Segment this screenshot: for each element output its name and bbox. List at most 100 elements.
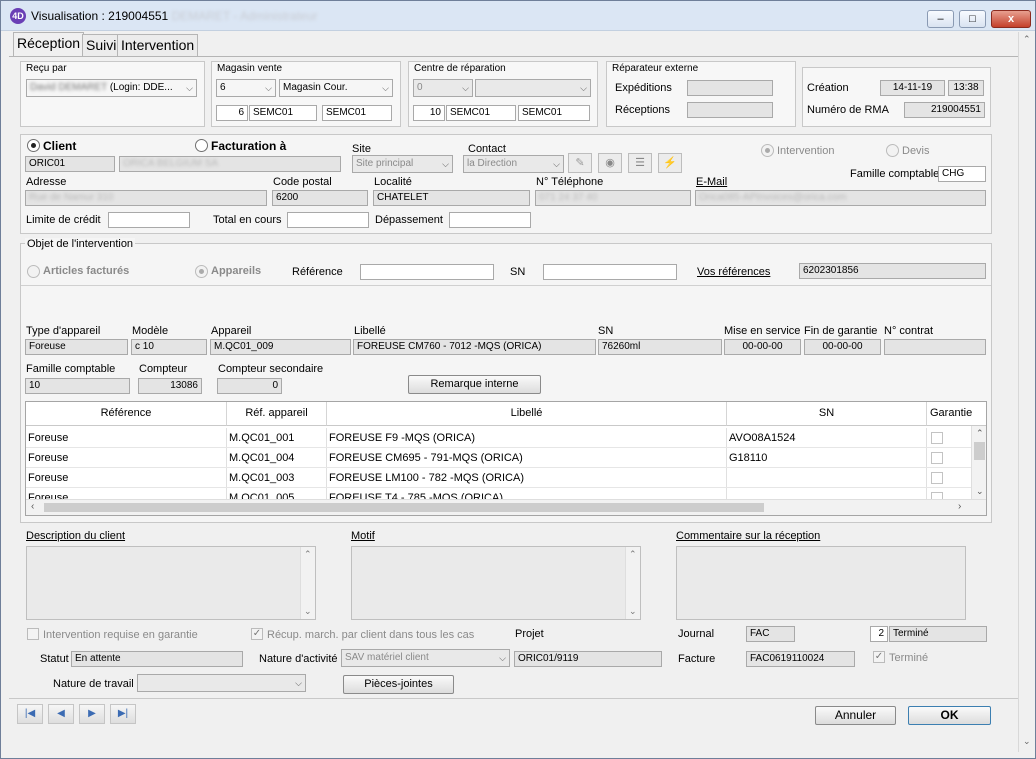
tab-intervention[interactable]: Intervention bbox=[117, 34, 199, 56]
garantie-checkbox[interactable] bbox=[27, 628, 39, 640]
scroll-up-arrow-icon[interactable]: ⌃ bbox=[976, 428, 984, 439]
tab-suivi[interactable]: Suivi bbox=[82, 34, 121, 56]
type-appareil-field: Foreuse bbox=[25, 339, 128, 355]
intervention-radio-label: Intervention bbox=[777, 145, 835, 157]
description-client-textarea[interactable]: ⌃ ⌄ bbox=[26, 546, 316, 620]
column-header-sn[interactable]: SN bbox=[727, 402, 927, 426]
row-reference[interactable]: Foreuse bbox=[26, 448, 227, 468]
scroll-up-arrow-icon[interactable]: ⌃ bbox=[1023, 34, 1031, 45]
scroll-left-arrow-icon[interactable]: ‹ bbox=[31, 501, 34, 512]
remarque-interne-button[interactable]: Remarque interne bbox=[408, 375, 541, 394]
window-vscrollbar[interactable]: ⌃ ⌄ bbox=[1018, 32, 1034, 752]
email-link[interactable]: E-Mail bbox=[696, 176, 727, 188]
nature-travail-select[interactable]: ⌵ bbox=[137, 674, 306, 692]
vos-references-field[interactable]: 6202301856 bbox=[799, 263, 986, 279]
recup-checkbox[interactable]: ✓ bbox=[251, 628, 263, 640]
nature-activite-select[interactable]: SAV matériel client ⌵ bbox=[341, 649, 510, 667]
centre-reparation-name-select[interactable]: ⌵ bbox=[475, 79, 591, 97]
row-reference[interactable]: Foreuse bbox=[26, 428, 227, 448]
sn-search-field[interactable] bbox=[543, 264, 677, 280]
table-vscrollbar[interactable]: ⌃ ⌄ bbox=[971, 426, 986, 501]
row-ref-appareil[interactable]: M.QC01_001 bbox=[227, 428, 327, 448]
contact-select[interactable]: la Direction ⌵ bbox=[463, 155, 564, 173]
maximize-button[interactable]: □ bbox=[959, 10, 986, 28]
scroll-down-arrow-icon[interactable]: ⌄ bbox=[304, 606, 312, 617]
client-code[interactable]: ORIC01 bbox=[25, 156, 115, 172]
sn-field: 76260ml bbox=[598, 339, 722, 355]
motif-link[interactable]: Motif bbox=[351, 530, 375, 542]
row-garantie-checkbox[interactable] bbox=[931, 452, 943, 464]
magasin-vente-name-select[interactable]: Magasin Cour. ⌵ bbox=[279, 79, 393, 97]
row-sn[interactable]: G18110 bbox=[727, 448, 927, 468]
appareils-radio[interactable] bbox=[195, 265, 208, 278]
row-libelle[interactable]: FOREUSE F9 -MQS (ORICA) bbox=[327, 428, 727, 448]
ok-button[interactable]: OK bbox=[908, 706, 991, 725]
scroll-right-arrow-icon[interactable]: › bbox=[958, 501, 961, 512]
row-garantie-checkbox[interactable] bbox=[931, 432, 943, 444]
site-label: Site bbox=[352, 143, 371, 155]
column-header-reference[interactable]: Référence bbox=[26, 402, 227, 426]
intervention-radio[interactable] bbox=[761, 144, 774, 157]
description-scrollbar[interactable]: ⌃ ⌄ bbox=[300, 547, 315, 619]
scroll-down-arrow-icon[interactable]: ⌄ bbox=[1023, 736, 1031, 747]
tab-reception[interactable]: Réception bbox=[13, 32, 85, 56]
motif-scrollbar[interactable]: ⌃ ⌄ bbox=[625, 547, 640, 619]
row-ref-appareil[interactable]: M.QC01_004 bbox=[227, 448, 327, 468]
annuler-button[interactable]: Annuler bbox=[815, 706, 896, 725]
scroll-up-arrow-icon[interactable]: ⌃ bbox=[304, 549, 312, 560]
previous-record-icon[interactable]: ◀ bbox=[48, 704, 74, 724]
limite-credit-field[interactable] bbox=[108, 212, 190, 228]
devis-radio[interactable] bbox=[886, 144, 899, 157]
creation-time: 13:38 bbox=[948, 80, 984, 96]
chevron-down-icon: ⌵ bbox=[265, 83, 272, 93]
table-hscrollbar[interactable]: ‹ › bbox=[26, 499, 986, 515]
client-radio[interactable] bbox=[27, 139, 40, 152]
list-icon[interactable]: ☰ bbox=[628, 153, 652, 173]
column-header-libelle[interactable]: Libellé bbox=[327, 402, 727, 426]
magasin-vente-code-select[interactable]: 6 ⌵ bbox=[216, 79, 276, 97]
row-libelle[interactable]: FOREUSE LM100 - 782 -MQS (ORICA) bbox=[327, 468, 727, 488]
termine-checkbox[interactable]: ✓ bbox=[873, 651, 885, 663]
minimize-button[interactable]: – bbox=[927, 10, 954, 28]
close-button[interactable]: x bbox=[991, 10, 1031, 28]
table-vscroll-thumb[interactable] bbox=[974, 442, 985, 460]
etat-number-field[interactable]: 2 bbox=[870, 626, 888, 642]
row-reference[interactable]: Foreuse bbox=[26, 468, 227, 488]
row-ref-appareil[interactable]: M.QC01_003 bbox=[227, 468, 327, 488]
scroll-down-arrow-icon[interactable]: ⌄ bbox=[976, 486, 984, 497]
target-icon[interactable]: ◉ bbox=[598, 153, 622, 173]
table-hscroll-thumb[interactable] bbox=[44, 503, 764, 512]
first-record-icon[interactable]: |◀ bbox=[17, 704, 43, 724]
row-sn[interactable]: AVO08A1524 bbox=[727, 428, 927, 448]
motif-textarea[interactable]: ⌃ ⌄ bbox=[351, 546, 641, 620]
reference-field[interactable] bbox=[360, 264, 494, 280]
centre-reparation-code-select[interactable]: 0 ⌵ bbox=[413, 79, 473, 97]
receptions-field[interactable] bbox=[687, 102, 773, 118]
total-en-cours-field[interactable] bbox=[287, 212, 369, 228]
edit-pencil-icon[interactable]: ✎ bbox=[568, 153, 592, 173]
row-garantie-checkbox[interactable] bbox=[931, 472, 943, 484]
articles-radio[interactable] bbox=[27, 265, 40, 278]
vos-references-link[interactable]: Vos références bbox=[697, 266, 770, 278]
description-client-link[interactable]: Description du client bbox=[26, 530, 125, 542]
row-libelle[interactable]: FOREUSE CM695 - 791-MQS (ORICA) bbox=[327, 448, 727, 468]
depassement-field[interactable] bbox=[449, 212, 531, 228]
commentaire-reception-link[interactable]: Commentaire sur la réception bbox=[676, 530, 820, 542]
last-record-icon[interactable]: ▶| bbox=[110, 704, 136, 724]
recu-par-select[interactable]: David DEMARET (Login: DDE... ⌵ bbox=[26, 79, 197, 97]
scroll-up-arrow-icon[interactable]: ⌃ bbox=[629, 549, 637, 560]
footer-divider bbox=[9, 698, 1019, 699]
site-select[interactable]: Site principal ⌵ bbox=[352, 155, 453, 173]
lightning-icon[interactable]: ⚡ bbox=[658, 153, 682, 173]
facturation-radio[interactable] bbox=[195, 139, 208, 152]
column-header-garantie[interactable]: Garantie bbox=[927, 402, 986, 426]
pieces-jointes-button[interactable]: Pièces-jointes bbox=[343, 675, 454, 694]
column-header-ref-appareil[interactable]: Réf. appareil bbox=[227, 402, 327, 426]
scroll-down-arrow-icon[interactable]: ⌄ bbox=[629, 606, 637, 617]
commentaire-reception-textarea[interactable] bbox=[676, 546, 966, 620]
row-sn[interactable] bbox=[727, 468, 927, 488]
famille-comptable-field[interactable]: CHG bbox=[938, 166, 986, 182]
expeditions-field[interactable] bbox=[687, 80, 773, 96]
title-bar: 4D Visualisation : 219004551 DEMARET - A… bbox=[1, 1, 1035, 31]
next-record-icon[interactable]: ▶ bbox=[79, 704, 105, 724]
